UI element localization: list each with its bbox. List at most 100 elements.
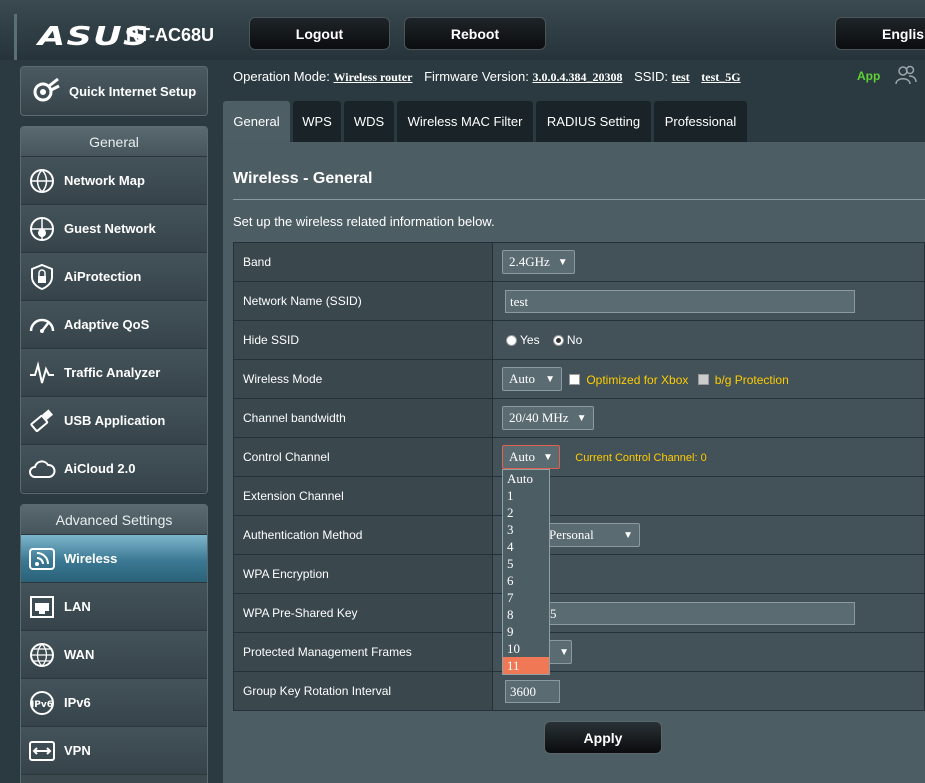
reboot-button[interactable]: Reboot bbox=[404, 17, 546, 50]
psk-input[interactable]: 5 bbox=[505, 601, 855, 625]
top-bar-edge bbox=[14, 14, 17, 60]
ssid-link-1[interactable]: test bbox=[672, 70, 690, 84]
tab-wds[interactable]: WDS bbox=[344, 101, 394, 142]
sidebar-item-wan[interactable]: WAN bbox=[21, 631, 207, 679]
bandwidth-select[interactable]: 20/40 MHz ▼ bbox=[502, 406, 594, 430]
sidebar-item-label: AiProtection bbox=[64, 269, 142, 284]
channel-option[interactable]: 10 bbox=[503, 640, 549, 657]
advanced-menu: Advanced Settings Wireless LAN WAN IPv6 IPv6… bbox=[20, 504, 208, 783]
ssid-link-2[interactable]: test_5G bbox=[701, 70, 740, 84]
table-row: WPA Encryption bbox=[233, 554, 925, 594]
bg-protection-checkbox[interactable] bbox=[697, 374, 709, 386]
traffic-analyzer-icon bbox=[30, 360, 54, 383]
current-channel-text: Current Control Channel: 0 bbox=[575, 451, 707, 464]
sidebar-item-label: AiCloud 2.0 bbox=[64, 461, 136, 476]
sidebar-item-vpn[interactable]: VPN bbox=[21, 727, 207, 775]
chevron-down-icon: ▼ bbox=[557, 256, 568, 268]
language-button[interactable]: English bbox=[835, 17, 925, 50]
channel-option[interactable]: 8 bbox=[503, 606, 549, 623]
aicloud-icon bbox=[29, 459, 56, 478]
band-select[interactable]: 2.4GHz ▼ bbox=[502, 250, 575, 274]
control-channel-cell: Auto ▼ Current Control Channel: 0 bbox=[492, 437, 925, 477]
users-icon[interactable] bbox=[895, 65, 917, 85]
page-description: Set up the wireless related information … bbox=[233, 214, 495, 229]
bandwidth-value: 20/40 MHz bbox=[509, 410, 569, 425]
wpa-encryption-label: WPA Encryption bbox=[233, 554, 493, 594]
sidebar-item-label: VPN bbox=[64, 743, 91, 758]
table-row: Hide SSID Yes No bbox=[233, 320, 925, 360]
tab-wireless-mac-filter[interactable]: Wireless MAC Filter bbox=[397, 101, 533, 142]
table-row: Band 2.4GHz ▼ bbox=[233, 242, 925, 282]
channel-option[interactable]: 2 bbox=[503, 504, 549, 521]
hide-ssid-label: Hide SSID bbox=[233, 320, 493, 360]
tab-wps[interactable]: WPS bbox=[293, 101, 341, 142]
sidebar-item-label: Wireless bbox=[64, 551, 118, 566]
control-channel-dropdown: Auto 1 2 3 4 5 6 7 8 9 10 11 bbox=[502, 469, 550, 675]
tab-radius-setting[interactable]: RADIUS Setting bbox=[536, 101, 651, 142]
tab-professional[interactable]: Professional bbox=[654, 101, 747, 142]
gkri-cell: 3600 bbox=[492, 671, 925, 711]
channel-option[interactable]: 7 bbox=[503, 589, 549, 606]
bandwidth-cell: 20/40 MHz ▼ bbox=[492, 398, 925, 438]
channel-option[interactable]: 3 bbox=[503, 521, 549, 538]
hide-ssid-yes-label: Yes bbox=[520, 333, 540, 348]
sidebar-item-adaptive-qos[interactable]: Adaptive QoS bbox=[21, 301, 207, 349]
tab-general[interactable]: General bbox=[223, 101, 290, 142]
sidebar-item-ipv6[interactable]: IPv6 IPv6 bbox=[21, 679, 207, 727]
xbox-checkbox[interactable] bbox=[569, 374, 581, 386]
wireless-mode-select[interactable]: Auto ▼ bbox=[502, 367, 562, 391]
lan-icon bbox=[30, 595, 54, 618]
sidebar-item-lan[interactable]: LAN bbox=[21, 583, 207, 631]
operation-mode-link[interactable]: Wireless router bbox=[333, 70, 412, 84]
sidebar-item-traffic-analyzer[interactable]: Traffic Analyzer bbox=[21, 349, 207, 397]
sidebar-item-aiprotection[interactable]: AiProtection bbox=[21, 253, 207, 301]
control-channel-label: Control Channel bbox=[233, 437, 493, 477]
app-link[interactable]: App bbox=[857, 69, 880, 83]
hide-ssid-yes-radio[interactable] bbox=[506, 334, 517, 346]
logout-button[interactable]: Logout bbox=[249, 17, 390, 50]
title-divider bbox=[233, 199, 925, 200]
channel-option[interactable]: 1 bbox=[503, 487, 549, 504]
ssid-input[interactable]: test bbox=[505, 289, 855, 313]
quick-setup-icon bbox=[33, 77, 60, 102]
sidebar-item-label: Adaptive QoS bbox=[64, 317, 150, 332]
ssid-cell: test bbox=[492, 281, 925, 321]
quick-internet-setup[interactable]: Quick Internet Setup bbox=[20, 66, 208, 116]
channel-option[interactable]: 5 bbox=[503, 555, 549, 572]
psk-label: WPA Pre-Shared Key bbox=[233, 593, 493, 633]
band-value: 2.4GHz bbox=[509, 254, 550, 269]
settings-table: Band 2.4GHz ▼ Network Name (SSID) test Hi… bbox=[233, 242, 925, 711]
auth-method-select[interactable]: Personal ▼ bbox=[542, 523, 640, 547]
status-line: Operation Mode: Wireless router Firmware… bbox=[233, 69, 749, 85]
control-channel-select[interactable]: Auto ▼ bbox=[502, 445, 560, 469]
ssid-field-label: Network Name (SSID) bbox=[233, 281, 493, 321]
channel-option[interactable]: 4 bbox=[503, 538, 549, 555]
gkri-input[interactable]: 3600 bbox=[505, 679, 560, 703]
wan-icon bbox=[30, 642, 54, 667]
auth-method-label: Authentication Method bbox=[233, 515, 493, 555]
channel-option[interactable]: 9 bbox=[503, 623, 549, 640]
sidebar-item-guest-network[interactable]: Guest Network bbox=[21, 205, 207, 253]
general-heading: General bbox=[21, 127, 207, 157]
sidebar-item-aicloud-2-0[interactable]: AiCloud 2.0 bbox=[21, 445, 207, 493]
table-row: Wireless Mode Auto ▼ Optimized for Xbox b… bbox=[233, 359, 925, 399]
bandwidth-label: Channel bandwidth bbox=[233, 398, 493, 438]
channel-option[interactable]: 6 bbox=[503, 572, 549, 589]
table-row: Control Channel Auto ▼ Current Control Ch… bbox=[233, 437, 925, 477]
svg-text:IPv6: IPv6 bbox=[31, 700, 53, 710]
hide-ssid-no-radio[interactable] bbox=[552, 334, 564, 346]
channel-option[interactable]: Auto bbox=[503, 470, 549, 487]
firmware-link[interactable]: 3.0.0.4.384_20308 bbox=[532, 70, 622, 84]
chevron-down-icon: ▼ bbox=[543, 451, 553, 463]
control-channel-value: Auto bbox=[509, 449, 535, 464]
table-row: Authentication Method Personal ▼ bbox=[233, 515, 925, 555]
auth-method-cell: Personal ▼ bbox=[492, 515, 925, 555]
sidebar-item-usb-application[interactable]: USB Application bbox=[21, 397, 207, 445]
sidebar-item-wireless[interactable]: Wireless bbox=[21, 535, 207, 583]
bg-protection-label: b/g Protection bbox=[714, 372, 789, 387]
sidebar-item-network-map[interactable]: Network Map bbox=[21, 157, 207, 205]
table-row: WPA Pre-Shared Key 5 bbox=[233, 593, 925, 633]
channel-option[interactable]: 11 bbox=[503, 657, 549, 674]
psk-cell: 5 bbox=[492, 593, 925, 633]
apply-button[interactable]: Apply bbox=[544, 721, 662, 754]
